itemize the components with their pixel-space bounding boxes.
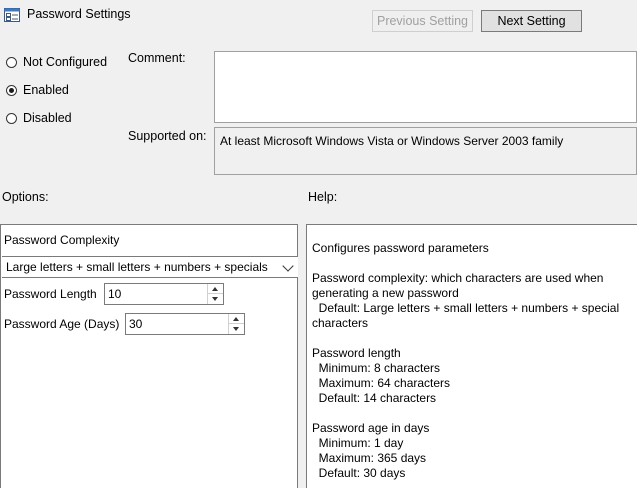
password-length-input[interactable]: 10 xyxy=(105,287,121,301)
radio-label: Disabled xyxy=(23,111,72,125)
radio-circle-icon[interactable] xyxy=(6,84,17,96)
password-length-stepper[interactable]: 10 xyxy=(104,283,224,305)
help-text-line: Configures password parameters xyxy=(312,241,489,255)
arrow-up-icon xyxy=(233,317,239,321)
radio-circle-icon[interactable] xyxy=(6,112,17,124)
password-age-label: Password Age (Days) xyxy=(4,317,120,331)
previous-setting-button[interactable]: Previous Setting xyxy=(372,10,473,32)
supported-on-value: At least Microsoft Windows Vista or Wind… xyxy=(214,127,637,175)
radio-label: Enabled xyxy=(23,83,69,97)
arrow-down-icon xyxy=(233,327,239,331)
options-panel: Password Complexity Large letters + smal… xyxy=(0,224,298,488)
help-panel: Configures password parameters Password c… xyxy=(306,224,637,488)
spin-down-button[interactable] xyxy=(229,324,244,334)
radio-circle-icon[interactable] xyxy=(6,56,17,68)
spin-up-button[interactable] xyxy=(229,314,244,324)
next-setting-button[interactable]: Next Setting xyxy=(481,10,582,32)
password-age-stepper[interactable]: 30 xyxy=(125,313,245,335)
options-section-label: Options: xyxy=(2,190,49,204)
help-text-line: Password complexity: which characters ar… xyxy=(312,271,604,285)
help-text-line: Minimum: 1 day xyxy=(312,436,404,450)
comment-textarea[interactable] xyxy=(214,51,637,123)
radio-enabled[interactable]: Enabled xyxy=(6,83,69,97)
comment-label: Comment: xyxy=(128,51,186,65)
help-text-line: Default: Large letters + small letters +… xyxy=(312,301,620,315)
chevron-down-icon xyxy=(282,260,294,272)
password-length-label: Password Length xyxy=(4,287,97,301)
help-text-line: Maximum: 365 days xyxy=(312,451,427,465)
help-text-line: Minimum: 8 characters xyxy=(312,361,441,375)
window-title: Password Settings xyxy=(27,7,131,21)
help-section-label: Help: xyxy=(308,190,338,204)
radio-label: Not Configured xyxy=(23,55,108,69)
arrow-up-icon xyxy=(212,287,218,291)
radio-not-configured[interactable]: Not Configured xyxy=(6,55,107,69)
help-text-line: characters xyxy=(312,316,369,330)
spin-up-button[interactable] xyxy=(208,284,223,294)
help-text-line: Maximum: 64 characters xyxy=(312,376,451,390)
spin-down-button[interactable] xyxy=(208,294,223,304)
password-age-input[interactable]: 30 xyxy=(126,317,142,331)
password-complexity-dropdown[interactable]: Large letters + small letters + numbers … xyxy=(2,256,298,278)
help-text-line: Default: 14 characters xyxy=(312,391,437,405)
policy-settings-icon xyxy=(4,7,20,23)
supported-on-label: Supported on: xyxy=(128,129,207,143)
dropdown-selected-value: Large letters + small letters + numbers … xyxy=(6,260,268,274)
help-text-line: Default: 30 days xyxy=(312,466,406,480)
password-complexity-label: Password Complexity xyxy=(4,233,120,247)
arrow-down-icon xyxy=(212,297,218,301)
radio-disabled[interactable]: Disabled xyxy=(6,111,72,125)
help-text-line: Password age in days xyxy=(312,421,430,435)
help-text-line: Password length xyxy=(312,346,401,360)
help-text-line: generating a new password xyxy=(312,286,459,300)
